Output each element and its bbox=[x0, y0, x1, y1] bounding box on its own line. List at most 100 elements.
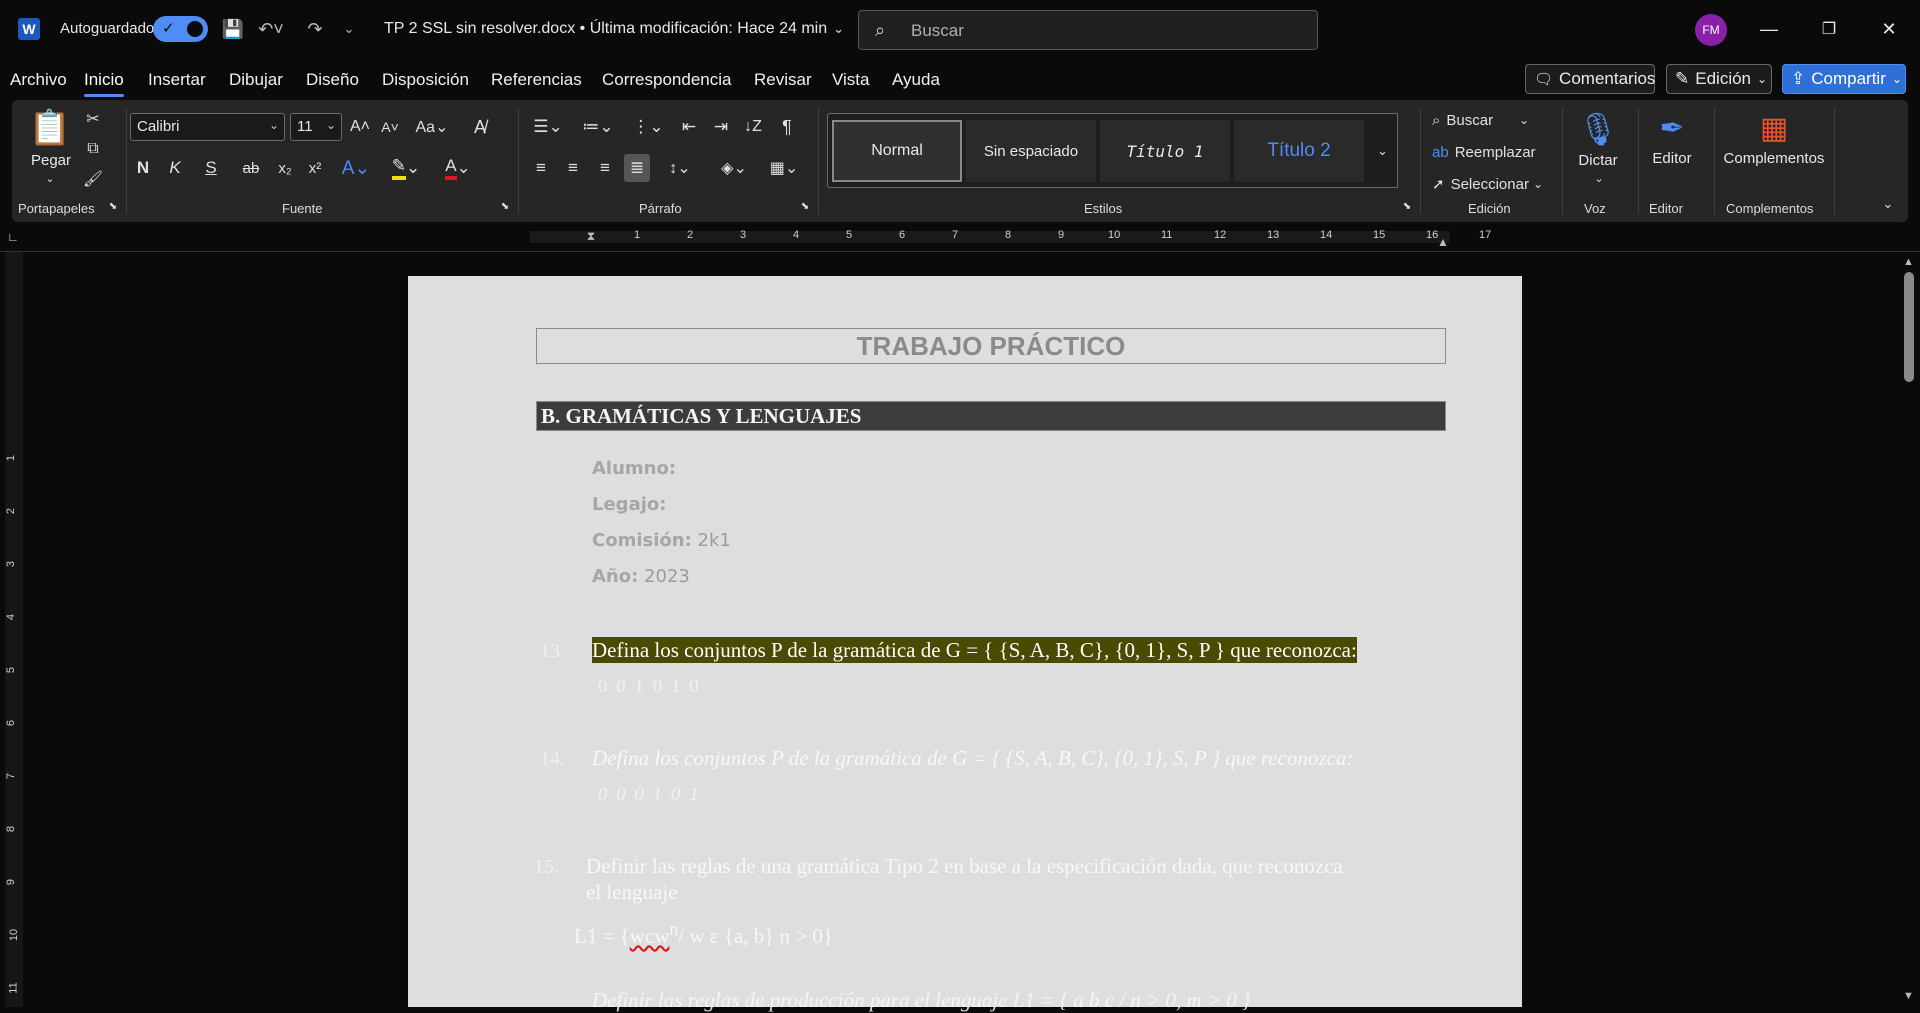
dialog-launcher-icon[interactable]: ⬊ bbox=[798, 201, 812, 212]
scroll-down-icon[interactable]: ▼ bbox=[1903, 990, 1914, 1002]
save-icon[interactable]: 💾 bbox=[220, 16, 246, 42]
customize-toolbar-icon[interactable]: ⌄ bbox=[338, 16, 360, 42]
collapse-ribbon-icon[interactable]: ⌄ bbox=[1878, 196, 1898, 212]
document-page[interactable]: TRABAJO PRÁCTICO B. GRAMÁTICAS Y LENGUAJ… bbox=[408, 276, 1522, 1012]
tab-ayuda[interactable]: Ayuda bbox=[892, 70, 940, 90]
dialog-launcher-icon[interactable]: ⬊ bbox=[1400, 201, 1414, 212]
undo-icon[interactable]: ↶˅ bbox=[256, 16, 286, 42]
question-16-partial[interactable]: Definir las reglas de producción para el… bbox=[592, 988, 1251, 1013]
borders-icon[interactable]: ▦⌄ bbox=[764, 154, 804, 182]
legajo-field[interactable]: Legajo: bbox=[592, 494, 666, 515]
subscript-icon[interactable]: x₂ bbox=[274, 154, 296, 182]
show-marks-icon[interactable]: ¶ bbox=[774, 113, 800, 141]
grow-font-icon[interactable]: A˄ bbox=[348, 113, 372, 141]
style-heading-1[interactable]: Título 1 bbox=[1100, 120, 1230, 182]
addins-grid-icon[interactable]: ▦ bbox=[1754, 106, 1794, 150]
align-center-icon[interactable]: ≡ bbox=[560, 154, 586, 182]
restore-icon[interactable]: ❐ bbox=[1814, 16, 1844, 42]
redo-icon[interactable]: ↷ bbox=[302, 16, 328, 42]
editor-label[interactable]: Editor bbox=[1642, 150, 1702, 167]
horizontal-ruler[interactable]: ∟ 1 2 3 4 5 6 7 8 9 10 11 12 13 14 15 16… bbox=[0, 222, 1920, 252]
align-right-icon[interactable]: ≡ bbox=[592, 154, 618, 182]
tab-inicio[interactable]: Inicio bbox=[84, 70, 124, 97]
dialog-launcher-icon[interactable]: ⬊ bbox=[498, 201, 512, 212]
anio-field[interactable]: Año: 2023 bbox=[592, 566, 690, 587]
highlight-color-icon[interactable]: ✎ ⌄ bbox=[386, 154, 426, 182]
comision-field[interactable]: Comisión: 2k1 bbox=[592, 530, 731, 551]
chevron-down-icon[interactable]: ⌄ bbox=[42, 172, 58, 185]
addins-label[interactable]: Complementos bbox=[1718, 150, 1830, 167]
minimize-icon[interactable]: — bbox=[1754, 16, 1784, 42]
question-14-sequence[interactable]: 0 0 0 1 0 1 bbox=[598, 784, 701, 806]
paste-icon[interactable]: 📋 bbox=[29, 106, 71, 150]
comments-button[interactable]: 🗨 Comentarios bbox=[1525, 64, 1655, 94]
find-button[interactable]: ⌕ Buscar ⌄ bbox=[1432, 108, 1562, 132]
font-name-select[interactable]: Calibri ⌄ bbox=[130, 113, 285, 141]
change-case-icon[interactable]: Aa⌄ bbox=[412, 113, 452, 141]
superscript-icon[interactable]: x² bbox=[304, 154, 326, 182]
share-button[interactable]: ⇪ Compartir ⌄ bbox=[1782, 64, 1906, 94]
bold-button[interactable]: N bbox=[132, 154, 154, 182]
text-effects-icon[interactable]: A⌄ bbox=[338, 154, 374, 182]
shrink-font-icon[interactable]: A˅ bbox=[378, 113, 402, 141]
shading-icon[interactable]: ◈⌄ bbox=[714, 154, 754, 182]
question-13-text[interactable]: Defina los conjuntos P de la gramática d… bbox=[592, 637, 1357, 663]
autosave-toggle[interactable]: ✓ bbox=[153, 16, 208, 42]
question-15-line-1[interactable]: Definir las reglas de una gramática Tipo… bbox=[586, 854, 1343, 879]
italic-button[interactable]: K bbox=[164, 154, 186, 182]
format-painter-icon[interactable]: 🖌 bbox=[82, 168, 104, 190]
font-size-select[interactable]: 11 ⌄ bbox=[290, 113, 342, 141]
tab-referencias[interactable]: Referencias bbox=[491, 70, 582, 90]
increase-indent-icon[interactable]: ⇥ bbox=[708, 113, 734, 141]
editor-pen-icon[interactable]: ✒ bbox=[1652, 106, 1692, 150]
document-title[interactable]: TP 2 SSL sin resolver.docx • Última modi… bbox=[384, 20, 844, 38]
copy-icon[interactable]: ⧉ bbox=[82, 138, 104, 160]
underline-button[interactable]: S bbox=[196, 154, 226, 182]
question-15-line-2[interactable]: el lenguaje bbox=[586, 880, 678, 905]
tab-selector-icon[interactable]: ∟ bbox=[6, 230, 20, 244]
question-14-text[interactable]: Defina los conjuntos P de la gramática d… bbox=[592, 746, 1353, 771]
sort-icon[interactable]: ↓Z bbox=[740, 113, 766, 141]
styles-more-icon[interactable]: ⌄ bbox=[1368, 113, 1398, 188]
avatar[interactable]: FM bbox=[1695, 14, 1727, 46]
student-field[interactable]: Alumno: bbox=[592, 458, 676, 479]
question-13-sequence[interactable]: 0 0 1 0 1 0 bbox=[598, 676, 701, 698]
numbering-icon[interactable]: ≔⌄ bbox=[578, 113, 618, 141]
right-indent-marker-icon[interactable]: ▲ bbox=[1436, 235, 1450, 249]
select-button[interactable]: ➚ Seleccionar ⌄ bbox=[1432, 172, 1562, 196]
dictate-label[interactable]: Dictar bbox=[1568, 152, 1628, 169]
vertical-scrollbar[interactable]: ▲ ▼ bbox=[1898, 252, 1920, 1007]
microphone-icon[interactable]: 🎙 bbox=[1578, 106, 1619, 152]
tab-vista[interactable]: Vista bbox=[832, 70, 870, 90]
chevron-down-icon[interactable]: ⌄ bbox=[1592, 172, 1606, 185]
scroll-thumb[interactable] bbox=[1904, 272, 1914, 382]
line-spacing-icon[interactable]: ↕⌄ bbox=[660, 154, 700, 182]
vertical-ruler[interactable]: 1 2 3 4 5 6 7 8 9 10 11 bbox=[0, 252, 28, 1007]
decrease-indent-icon[interactable]: ⇤ bbox=[676, 113, 702, 141]
document-title-box[interactable]: TRABAJO PRÁCTICO bbox=[536, 328, 1446, 364]
multilevel-list-icon[interactable]: ⋮⌄ bbox=[628, 113, 668, 141]
indent-marker-icon[interactable]: ⧗ bbox=[584, 223, 598, 249]
tab-disposicion[interactable]: Disposición bbox=[382, 70, 469, 90]
strikethrough-button[interactable]: ab bbox=[238, 154, 264, 182]
tab-dibujar[interactable]: Dibujar bbox=[229, 70, 283, 90]
tab-revisar[interactable]: Revisar bbox=[754, 70, 812, 90]
paste-label[interactable]: Pegar bbox=[30, 152, 72, 169]
dialog-launcher-icon[interactable]: ⬊ bbox=[106, 201, 120, 212]
cut-icon[interactable]: ✂ bbox=[82, 108, 104, 130]
justify-icon[interactable]: ≣ bbox=[624, 154, 650, 182]
tab-diseno[interactable]: Diseño bbox=[306, 70, 359, 90]
style-normal[interactable]: Normal bbox=[832, 120, 962, 182]
editing-mode-button[interactable]: ✎ Edición ⌄ bbox=[1666, 64, 1772, 94]
bullets-icon[interactable]: ☰⌄ bbox=[528, 113, 568, 141]
tab-insertar[interactable]: Insertar bbox=[148, 70, 206, 90]
style-heading-2[interactable]: Título 2 bbox=[1234, 120, 1364, 182]
tab-correspondencia[interactable]: Correspondencia bbox=[602, 70, 731, 90]
close-icon[interactable]: ✕ bbox=[1874, 16, 1904, 42]
font-color-icon[interactable]: A ⌄ bbox=[438, 154, 478, 182]
scroll-up-icon[interactable]: ▲ bbox=[1903, 256, 1914, 268]
style-no-spacing[interactable]: Sin espaciado bbox=[966, 120, 1096, 182]
search-input[interactable]: ⌕ Buscar bbox=[858, 10, 1318, 50]
clear-formatting-icon[interactable]: A̸ bbox=[468, 113, 492, 141]
section-heading[interactable]: B. GRAMÁTICAS Y LENGUAJES bbox=[536, 401, 1446, 431]
